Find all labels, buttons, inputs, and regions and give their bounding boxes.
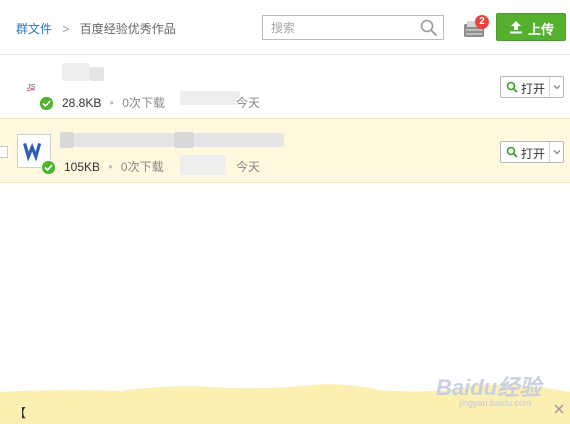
search-input[interactable] <box>263 16 429 39</box>
open-button[interactable]: 打开 <box>500 76 564 98</box>
blurred-filename <box>90 67 104 81</box>
blurred-filename <box>174 132 194 148</box>
upload-button[interactable]: 上传 <box>496 13 566 41</box>
blurred-uploader <box>180 91 240 105</box>
notice-text: 【 <box>14 406 27 420</box>
row-checkbox[interactable] <box>0 146 8 158</box>
file-row[interactable]: 105KB • 0次下载 今天 打开 <box>0 118 570 183</box>
blurred-filename <box>74 133 174 147</box>
meta-separator: • <box>108 160 113 174</box>
blurred-filename <box>194 133 284 147</box>
search-icon[interactable] <box>419 18 439 38</box>
open-label: 打开 <box>521 147 546 161</box>
button-divider <box>549 142 550 162</box>
chevron-down-icon[interactable] <box>552 147 562 157</box>
toolbar: 群文件 > 百度经验优秀作品 2 上传 <box>0 0 570 55</box>
upload-label: 上传 <box>528 22 555 37</box>
download-count: 0次下载 <box>120 160 164 174</box>
blurred-filename <box>60 132 74 148</box>
blurred-uploader <box>180 155 226 175</box>
file-meta: 28.8KB • 0次下载 <box>62 94 165 111</box>
button-divider <box>549 77 550 97</box>
chevron-down-icon[interactable] <box>552 82 562 92</box>
watermark-logo: Baidu经验 jingyan.baidu.com <box>436 370 566 414</box>
download-count: 0次下载 <box>122 96 165 110</box>
blurred-filename <box>62 63 90 81</box>
file-size: 105KB <box>64 160 101 174</box>
open-button[interactable]: 打开 <box>500 141 564 163</box>
watermark-sub: jingyan.baidu.com <box>459 398 532 408</box>
open-label: 打开 <box>521 82 546 96</box>
breadcrumb-current: 百度经验优秀作品 <box>79 22 176 36</box>
meta-separator: • <box>109 96 114 110</box>
notification-badge: 2 <box>475 15 489 29</box>
sync-status-icon <box>41 160 56 175</box>
breadcrumb-root-link[interactable]: 群文件 <box>16 22 52 36</box>
file-meta: 105KB • 0次下载 <box>64 158 164 175</box>
file-row[interactable]: JS 28.8KB • 0次下载 今天 打开 <box>0 55 570 118</box>
upload-icon <box>510 21 522 34</box>
file-size: 28.8KB <box>62 96 102 110</box>
breadcrumb-separator: > <box>62 22 70 36</box>
sync-status-icon <box>39 96 54 111</box>
open-search-icon <box>506 81 518 93</box>
upload-time: 今天 <box>236 96 261 110</box>
open-search-icon <box>506 146 518 158</box>
breadcrumb: 群文件 > 百度经验优秀作品 <box>16 20 176 37</box>
search-box <box>262 15 444 40</box>
upload-time: 今天 <box>236 160 261 174</box>
